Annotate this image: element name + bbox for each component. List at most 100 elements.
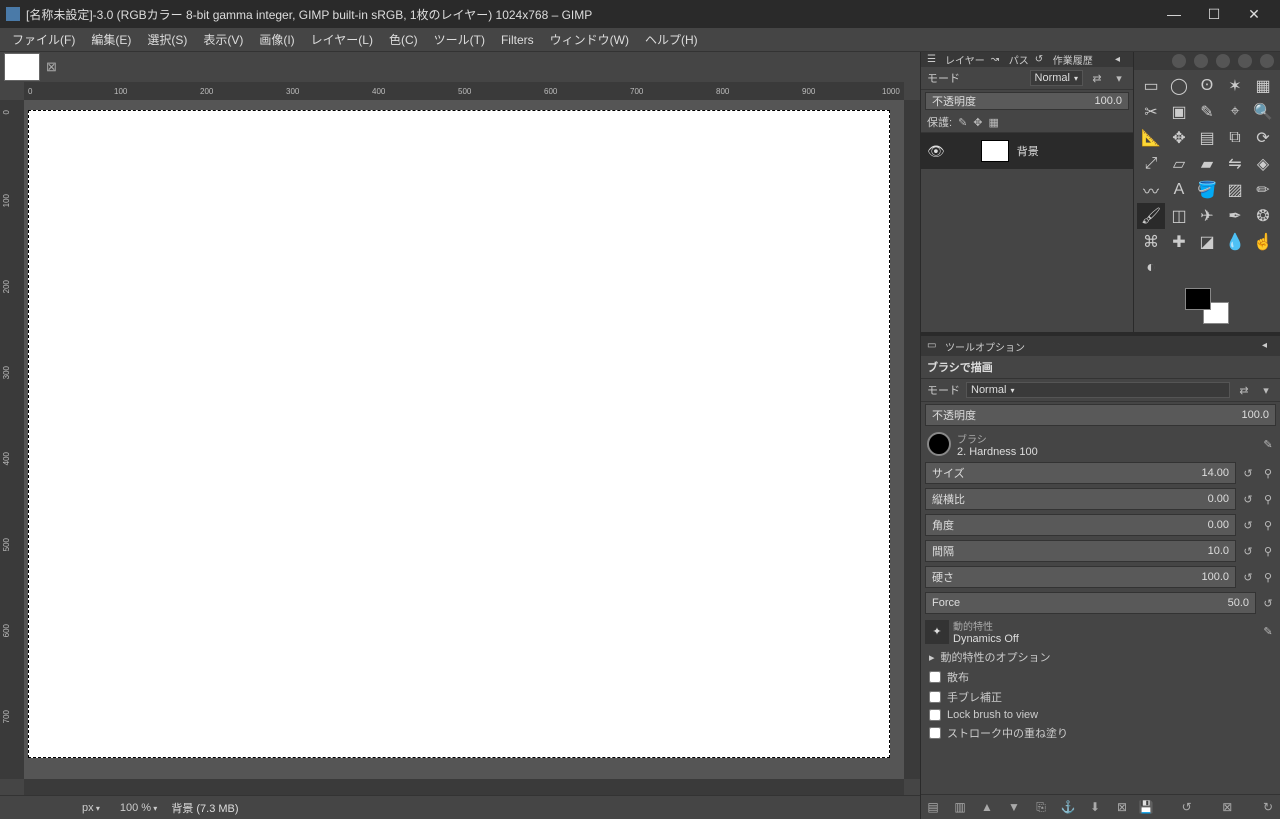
menu-filters[interactable]: Filters xyxy=(495,31,540,49)
tool-gradient[interactable]: ▨ xyxy=(1221,177,1249,203)
maximize-button[interactable]: ☐ xyxy=(1194,0,1234,28)
tool-foreground-select[interactable]: ▣ xyxy=(1165,99,1193,125)
opt-opacity-slider[interactable]: 不透明度 100.0 xyxy=(925,404,1276,426)
channel-dot-icon[interactable] xyxy=(1238,54,1252,68)
new-layer-icon[interactable]: ▤ xyxy=(924,798,942,816)
canvas[interactable] xyxy=(28,110,890,758)
tool-dodge[interactable]: ◐ xyxy=(1137,255,1165,281)
layer-group-icon[interactable]: ▥ xyxy=(951,798,969,816)
tool-clone[interactable]: ⌘ xyxy=(1137,229,1165,255)
tool-fuzzy-select[interactable]: ✶ xyxy=(1221,73,1249,99)
menu-tools[interactable]: ツール(T) xyxy=(428,29,491,50)
menu-layer[interactable]: レイヤー(L) xyxy=(305,29,379,50)
ruler-vertical[interactable]: 0 100 200 300 400 500 600 700 xyxy=(0,100,24,779)
tool-free-select[interactable]: ʘ xyxy=(1193,73,1221,99)
anchor-layer-icon[interactable]: ⚓ xyxy=(1059,798,1077,816)
status-zoom-select[interactable]: 100 % xyxy=(114,800,163,816)
opt-hardness-slider[interactable]: 硬さ100.0 xyxy=(925,566,1236,588)
brush-preview[interactable] xyxy=(927,432,951,456)
mode-chevron-icon[interactable]: ▾ xyxy=(1111,70,1127,86)
channel-dot-icon[interactable] xyxy=(1216,54,1230,68)
opt-dynamics-options[interactable]: 動的特性のオプション xyxy=(941,649,1051,665)
tool-by-color-select[interactable]: ▦ xyxy=(1249,73,1277,99)
opt-lockview-check[interactable] xyxy=(929,709,941,721)
reset-options-icon[interactable]: ↻ xyxy=(1259,798,1277,816)
opt-scatter-check[interactable] xyxy=(929,671,941,683)
layer-name[interactable]: 背景 xyxy=(1017,143,1039,159)
tool-ink[interactable]: ✒ xyxy=(1221,203,1249,229)
brush-edit-icon[interactable]: ✎ xyxy=(1260,436,1276,452)
reset-icon[interactable]: ↺ xyxy=(1240,465,1256,481)
opt-mode-select[interactable]: Normal xyxy=(966,382,1230,398)
tool-airbrush[interactable]: ✈ xyxy=(1193,203,1221,229)
document-tab-close[interactable]: ⊠ xyxy=(46,59,57,75)
tool-blur[interactable]: 💧 xyxy=(1221,229,1249,255)
menu-select[interactable]: 選択(S) xyxy=(141,29,193,50)
reset-icon[interactable]: ↺ xyxy=(1240,491,1256,507)
opt-incremental-check[interactable] xyxy=(929,727,941,739)
tool-ellipse-select[interactable]: ◯ xyxy=(1165,73,1193,99)
scrollbar-horizontal[interactable] xyxy=(24,779,904,795)
tool-measure[interactable]: 📐 xyxy=(1137,125,1165,151)
menu-colors[interactable]: 色(C) xyxy=(383,29,424,50)
paths-tab[interactable]: パス xyxy=(1009,52,1029,67)
menu-window[interactable]: ウィンドウ(W) xyxy=(544,29,635,50)
tool-shear[interactable]: ▱ xyxy=(1165,151,1193,177)
tool-move[interactable]: ✥ xyxy=(1165,125,1193,151)
tool-scissors[interactable]: ✂ xyxy=(1137,99,1165,125)
minimize-button[interactable]: — xyxy=(1154,0,1194,28)
tool-rotate[interactable]: ⟳ xyxy=(1249,125,1277,151)
canvas-viewport[interactable] xyxy=(24,100,904,779)
tool-options-tab-icon[interactable]: ▭ xyxy=(927,340,939,352)
fg-color[interactable] xyxy=(1185,288,1211,310)
tool-paintbrush[interactable]: 🖌 xyxy=(1137,203,1165,229)
menu-image[interactable]: 画像(I) xyxy=(253,29,300,50)
opt-size-slider[interactable]: サイズ14.00 xyxy=(925,462,1236,484)
tool-smudge[interactable]: ☝ xyxy=(1249,229,1277,255)
mode-swap-icon[interactable]: ⇄ xyxy=(1236,382,1252,398)
lock-pixels-icon[interactable]: ✎ xyxy=(958,116,967,129)
opt-ratio-slider[interactable]: 縦横比0.00 xyxy=(925,488,1236,510)
tool-color-picker[interactable]: ⌖ xyxy=(1221,99,1249,125)
layer-mode-select[interactable]: Normal xyxy=(1030,70,1083,86)
channel-dot-icon[interactable] xyxy=(1260,54,1274,68)
tool-eraser[interactable]: ◫ xyxy=(1165,203,1193,229)
layers-tab[interactable]: レイヤー xyxy=(945,52,985,67)
merge-layer-icon[interactable]: ⬇ xyxy=(1086,798,1104,816)
link-icon[interactable]: ⚲ xyxy=(1260,517,1276,533)
delete-options-icon[interactable]: ⊠ xyxy=(1218,798,1236,816)
link-icon[interactable]: ⚲ xyxy=(1260,465,1276,481)
layer-thumbnail[interactable] xyxy=(981,140,1009,162)
expand-icon[interactable]: ▸ xyxy=(929,651,935,664)
link-icon[interactable]: ⚲ xyxy=(1260,543,1276,559)
tool-flip[interactable]: ⇋ xyxy=(1221,151,1249,177)
tool-crop[interactable]: ⧉ xyxy=(1221,125,1249,151)
tool-perspective[interactable]: ▰ xyxy=(1193,151,1221,177)
tool-options-tab[interactable]: ツールオプション xyxy=(945,339,1025,354)
reset-icon[interactable]: ↺ xyxy=(1260,595,1276,611)
visibility-toggle-icon[interactable]: 👁 xyxy=(927,143,945,160)
ruler-horizontal[interactable]: 0 100 200 300 400 500 600 700 800 900 10… xyxy=(24,82,904,100)
undo-tab[interactable]: 作業履歴 xyxy=(1053,52,1093,67)
tool-scale[interactable]: ⤢ xyxy=(1137,151,1165,177)
opt-dynamics-value[interactable]: Dynamics Off xyxy=(953,633,1256,645)
tool-pencil[interactable]: ✏ xyxy=(1249,177,1277,203)
dock-menu-icon[interactable]: ◂ xyxy=(1262,340,1274,352)
mode-chevron-icon[interactable]: ▾ xyxy=(1258,382,1274,398)
dynamics-edit-icon[interactable]: ✎ xyxy=(1260,624,1276,640)
tool-perspective-clone[interactable]: ◪ xyxy=(1193,229,1221,255)
lock-position-icon[interactable]: ✥ xyxy=(973,116,982,129)
opt-smooth-check[interactable] xyxy=(929,691,941,703)
opt-angle-slider[interactable]: 角度0.00 xyxy=(925,514,1236,536)
tool-align[interactable]: ▤ xyxy=(1193,125,1221,151)
tool-cage[interactable]: ◈ xyxy=(1249,151,1277,177)
tool-mypaint[interactable]: ❂ xyxy=(1249,203,1277,229)
layer-opacity-slider[interactable]: 不透明度 100.0 xyxy=(925,92,1129,110)
raise-layer-icon[interactable]: ▲ xyxy=(978,798,996,816)
mode-swap-icon[interactable]: ⇄ xyxy=(1089,70,1105,86)
delete-layer-icon[interactable]: ⊠ xyxy=(1113,798,1131,816)
layer-item[interactable]: 👁 背景 xyxy=(921,133,1133,169)
channel-dot-icon[interactable] xyxy=(1194,54,1208,68)
link-icon[interactable]: ⚲ xyxy=(1260,491,1276,507)
lock-alpha-icon[interactable]: ▦ xyxy=(989,116,999,129)
